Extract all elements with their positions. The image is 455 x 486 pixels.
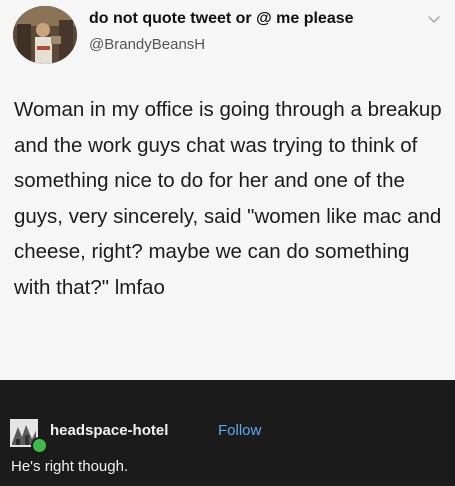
display-name[interactable]: do not quote tweet or @ me please [89, 10, 354, 28]
handle[interactable]: @BrandyBeansH [89, 36, 205, 53]
reblog-badge-icon [31, 437, 48, 454]
reblog-username[interactable]: headspace-hotel [50, 422, 168, 439]
reblog-section: headspace-hotel Follow He's right though… [0, 380, 455, 486]
tweet-card: do not quote tweet or @ me please @Brand… [0, 0, 455, 380]
avatar-image [13, 6, 77, 64]
follow-button[interactable]: Follow [218, 422, 261, 439]
avatar[interactable] [13, 6, 77, 64]
reblog-comment: He's right though. [11, 458, 129, 475]
tweet-text: Woman in my office is going through a br… [14, 98, 442, 299]
chevron-down-icon[interactable] [426, 12, 442, 28]
